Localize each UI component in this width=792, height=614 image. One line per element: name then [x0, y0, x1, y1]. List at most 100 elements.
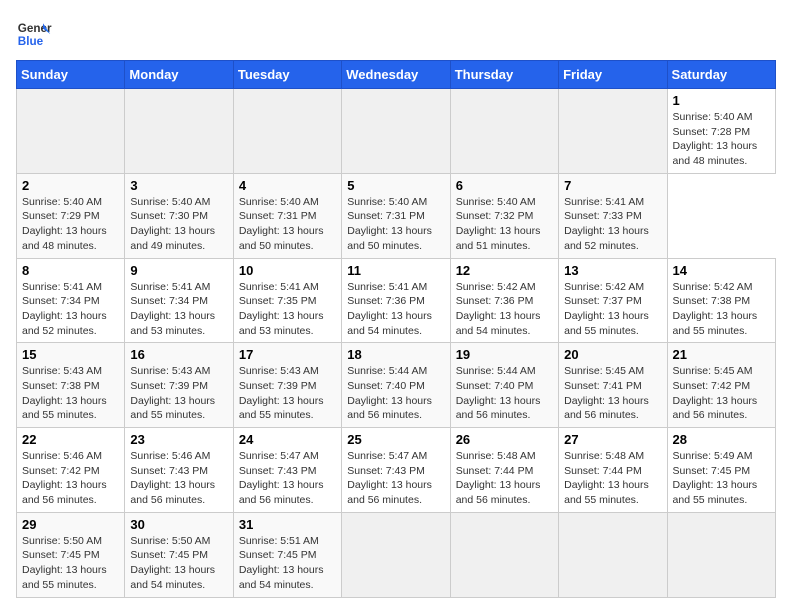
cell-info: Sunrise: 5:43 AMSunset: 7:39 PMDaylight:…: [130, 364, 227, 423]
day-number: 15: [22, 347, 119, 362]
header-row: SundayMondayTuesdayWednesdayThursdayFrid…: [17, 61, 776, 89]
day-number: 22: [22, 432, 119, 447]
cell-info: Sunrise: 5:43 AMSunset: 7:38 PMDaylight:…: [22, 364, 119, 423]
day-number: 16: [130, 347, 227, 362]
header: General Blue: [16, 16, 776, 52]
header-cell-tuesday: Tuesday: [233, 61, 341, 89]
day-cell-11: 11 Sunrise: 5:41 AMSunset: 7:36 PMDaylig…: [342, 258, 450, 343]
cell-info: Sunrise: 5:40 AMSunset: 7:29 PMDaylight:…: [22, 195, 119, 254]
cell-info: Sunrise: 5:48 AMSunset: 7:44 PMDaylight:…: [456, 449, 553, 508]
cell-info: Sunrise: 5:40 AMSunset: 7:28 PMDaylight:…: [673, 110, 770, 169]
day-number: 13: [564, 263, 661, 278]
day-number: 11: [347, 263, 444, 278]
empty-cell: [450, 512, 558, 597]
calendar-header: SundayMondayTuesdayWednesdayThursdayFrid…: [17, 61, 776, 89]
cell-info: Sunrise: 5:50 AMSunset: 7:45 PMDaylight:…: [22, 534, 119, 593]
day-number: 9: [130, 263, 227, 278]
day-number: 4: [239, 178, 336, 193]
day-cell-8: 8 Sunrise: 5:41 AMSunset: 7:34 PMDayligh…: [17, 258, 125, 343]
cell-info: Sunrise: 5:50 AMSunset: 7:45 PMDaylight:…: [130, 534, 227, 593]
day-cell-27: 27 Sunrise: 5:48 AMSunset: 7:44 PMDaylig…: [559, 428, 667, 513]
day-number: 6: [456, 178, 553, 193]
day-cell-15: 15 Sunrise: 5:43 AMSunset: 7:38 PMDaylig…: [17, 343, 125, 428]
day-number: 27: [564, 432, 661, 447]
cell-info: Sunrise: 5:40 AMSunset: 7:31 PMDaylight:…: [239, 195, 336, 254]
day-number: 17: [239, 347, 336, 362]
week-row-1: 1 Sunrise: 5:40 AMSunset: 7:28 PMDayligh…: [17, 89, 776, 174]
day-number: 20: [564, 347, 661, 362]
cell-info: Sunrise: 5:51 AMSunset: 7:45 PMDaylight:…: [239, 534, 336, 593]
day-number: 3: [130, 178, 227, 193]
day-cell-13: 13 Sunrise: 5:42 AMSunset: 7:37 PMDaylig…: [559, 258, 667, 343]
day-number: 14: [673, 263, 770, 278]
day-cell-28: 28 Sunrise: 5:49 AMSunset: 7:45 PMDaylig…: [667, 428, 775, 513]
day-number: 28: [673, 432, 770, 447]
day-number: 26: [456, 432, 553, 447]
day-number: 24: [239, 432, 336, 447]
day-cell-4: 4 Sunrise: 5:40 AMSunset: 7:31 PMDayligh…: [233, 173, 341, 258]
day-number: 10: [239, 263, 336, 278]
cell-info: Sunrise: 5:41 AMSunset: 7:34 PMDaylight:…: [130, 280, 227, 339]
cell-info: Sunrise: 5:40 AMSunset: 7:30 PMDaylight:…: [130, 195, 227, 254]
cell-info: Sunrise: 5:44 AMSunset: 7:40 PMDaylight:…: [347, 364, 444, 423]
day-cell-22: 22 Sunrise: 5:46 AMSunset: 7:42 PMDaylig…: [17, 428, 125, 513]
day-cell-6: 6 Sunrise: 5:40 AMSunset: 7:32 PMDayligh…: [450, 173, 558, 258]
day-number: 25: [347, 432, 444, 447]
day-number: 5: [347, 178, 444, 193]
cell-info: Sunrise: 5:47 AMSunset: 7:43 PMDaylight:…: [239, 449, 336, 508]
day-cell-25: 25 Sunrise: 5:47 AMSunset: 7:43 PMDaylig…: [342, 428, 450, 513]
logo-icon: General Blue: [16, 16, 52, 52]
empty-cell: [342, 512, 450, 597]
cell-info: Sunrise: 5:46 AMSunset: 7:42 PMDaylight:…: [22, 449, 119, 508]
cell-info: Sunrise: 5:45 AMSunset: 7:41 PMDaylight:…: [564, 364, 661, 423]
cell-info: Sunrise: 5:42 AMSunset: 7:38 PMDaylight:…: [673, 280, 770, 339]
day-cell-1: 1 Sunrise: 5:40 AMSunset: 7:28 PMDayligh…: [667, 89, 775, 174]
cell-info: Sunrise: 5:46 AMSunset: 7:43 PMDaylight:…: [130, 449, 227, 508]
empty-cell: [667, 512, 775, 597]
week-row-3: 8 Sunrise: 5:41 AMSunset: 7:34 PMDayligh…: [17, 258, 776, 343]
day-cell-12: 12 Sunrise: 5:42 AMSunset: 7:36 PMDaylig…: [450, 258, 558, 343]
cell-info: Sunrise: 5:45 AMSunset: 7:42 PMDaylight:…: [673, 364, 770, 423]
day-cell-3: 3 Sunrise: 5:40 AMSunset: 7:30 PMDayligh…: [125, 173, 233, 258]
empty-cell: [233, 89, 341, 174]
empty-cell: [559, 89, 667, 174]
day-number: 2: [22, 178, 119, 193]
svg-text:Blue: Blue: [18, 35, 44, 48]
day-cell-20: 20 Sunrise: 5:45 AMSunset: 7:41 PMDaylig…: [559, 343, 667, 428]
day-cell-14: 14 Sunrise: 5:42 AMSunset: 7:38 PMDaylig…: [667, 258, 775, 343]
day-cell-29: 29 Sunrise: 5:50 AMSunset: 7:45 PMDaylig…: [17, 512, 125, 597]
header-cell-wednesday: Wednesday: [342, 61, 450, 89]
cell-info: Sunrise: 5:40 AMSunset: 7:31 PMDaylight:…: [347, 195, 444, 254]
week-row-6: 29 Sunrise: 5:50 AMSunset: 7:45 PMDaylig…: [17, 512, 776, 597]
day-number: 19: [456, 347, 553, 362]
day-cell-10: 10 Sunrise: 5:41 AMSunset: 7:35 PMDaylig…: [233, 258, 341, 343]
day-number: 18: [347, 347, 444, 362]
day-number: 31: [239, 517, 336, 532]
header-cell-thursday: Thursday: [450, 61, 558, 89]
day-number: 23: [130, 432, 227, 447]
cell-info: Sunrise: 5:40 AMSunset: 7:32 PMDaylight:…: [456, 195, 553, 254]
header-cell-friday: Friday: [559, 61, 667, 89]
day-cell-18: 18 Sunrise: 5:44 AMSunset: 7:40 PMDaylig…: [342, 343, 450, 428]
day-number: 21: [673, 347, 770, 362]
day-cell-17: 17 Sunrise: 5:43 AMSunset: 7:39 PMDaylig…: [233, 343, 341, 428]
day-cell-19: 19 Sunrise: 5:44 AMSunset: 7:40 PMDaylig…: [450, 343, 558, 428]
day-cell-2: 2 Sunrise: 5:40 AMSunset: 7:29 PMDayligh…: [17, 173, 125, 258]
calendar-body: 1 Sunrise: 5:40 AMSunset: 7:28 PMDayligh…: [17, 89, 776, 598]
day-number: 30: [130, 517, 227, 532]
header-cell-monday: Monday: [125, 61, 233, 89]
cell-info: Sunrise: 5:41 AMSunset: 7:34 PMDaylight:…: [22, 280, 119, 339]
day-cell-9: 9 Sunrise: 5:41 AMSunset: 7:34 PMDayligh…: [125, 258, 233, 343]
header-cell-sunday: Sunday: [17, 61, 125, 89]
cell-info: Sunrise: 5:41 AMSunset: 7:35 PMDaylight:…: [239, 280, 336, 339]
cell-info: Sunrise: 5:49 AMSunset: 7:45 PMDaylight:…: [673, 449, 770, 508]
cell-info: Sunrise: 5:41 AMSunset: 7:36 PMDaylight:…: [347, 280, 444, 339]
cell-info: Sunrise: 5:44 AMSunset: 7:40 PMDaylight:…: [456, 364, 553, 423]
header-cell-saturday: Saturday: [667, 61, 775, 89]
day-number: 1: [673, 93, 770, 108]
day-cell-30: 30 Sunrise: 5:50 AMSunset: 7:45 PMDaylig…: [125, 512, 233, 597]
day-cell-26: 26 Sunrise: 5:48 AMSunset: 7:44 PMDaylig…: [450, 428, 558, 513]
day-cell-7: 7 Sunrise: 5:41 AMSunset: 7:33 PMDayligh…: [559, 173, 667, 258]
svg-text:General: General: [18, 22, 52, 35]
calendar-table: SundayMondayTuesdayWednesdayThursdayFrid…: [16, 60, 776, 598]
